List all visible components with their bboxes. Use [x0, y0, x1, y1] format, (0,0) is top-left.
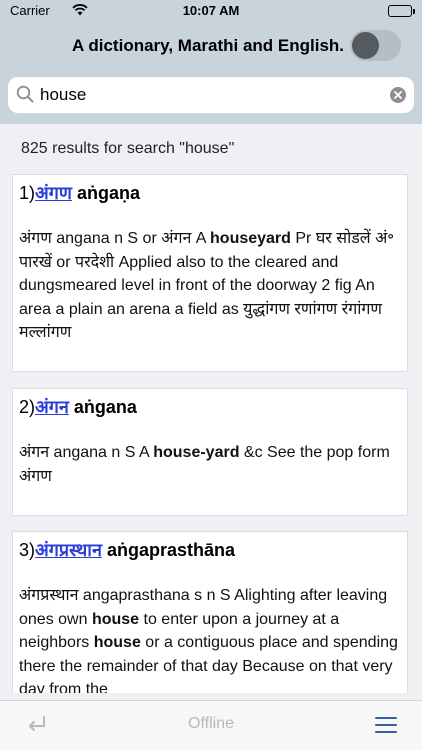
result-card[interactable]: 1)अंगण aṅgaṇa अंगण angana n S or अंगन A … — [12, 174, 408, 372]
definition-highlight: house-yard — [153, 444, 240, 461]
result-heading: 1)अंगण aṅgaṇa — [19, 181, 401, 205]
result-heading: 2)अंगन aṅgana — [19, 395, 401, 419]
result-card[interactable]: 3)अंगप्रस्थान aṅgaprasthāna अंगप्रस्थान … — [12, 531, 408, 693]
battery-icon — [388, 5, 415, 17]
search-area — [0, 68, 422, 124]
definition-text: अंगन angana n S A — [19, 444, 154, 461]
result-number: 1) — [19, 183, 36, 203]
result-number: 2) — [19, 397, 36, 417]
search-box[interactable] — [8, 77, 414, 113]
bottom-toolbar: Offline — [0, 700, 422, 750]
result-transliteration: aṅgaṇa — [76, 183, 140, 203]
definition-highlight: house — [93, 634, 141, 651]
clock: 10:07 AM — [182, 3, 240, 18]
search-icon — [16, 85, 34, 108]
result-word-link[interactable]: अंगण — [35, 183, 72, 203]
definition-text: अंगण angana n S or अंगन A — [19, 230, 211, 247]
toggle-knob — [352, 32, 379, 59]
result-definition: अंगप्रस्थान angaprasthana s n S Alightin… — [19, 584, 401, 693]
app-header: A dictionary, Marathi and English. — [0, 22, 422, 68]
offline-label: Offline — [188, 715, 234, 732]
result-card[interactable]: 2)अंगन aṅgana अंगन angana n S A house-ya… — [12, 388, 408, 516]
result-transliteration: aṅgaprasthāna — [106, 540, 236, 560]
app-title: A dictionary, Marathi and English. — [72, 36, 345, 55]
result-heading: 3)अंगप्रस्थान aṅgaprasthāna — [19, 538, 401, 562]
menu-icon[interactable] — [375, 716, 397, 739]
result-word-link[interactable]: अंगप्रस्थान — [35, 540, 102, 560]
definition-highlight: house — [91, 610, 140, 628]
results-count: 825 results for search "house" — [21, 140, 235, 157]
clear-search-icon[interactable] — [390, 87, 406, 103]
result-number: 3) — [19, 540, 36, 560]
search-input[interactable] — [40, 81, 380, 109]
result-definition: अंगन angana n S A house-yard &c See the … — [19, 441, 401, 488]
status-bar: Carrier 10:07 AM — [0, 0, 422, 22]
dictionary-toggle[interactable] — [350, 30, 401, 61]
definition-highlight: houseyard — [210, 230, 291, 247]
result-word-link[interactable]: अंगन — [35, 397, 69, 417]
result-definition: अंगण angana n S or अंगन A houseyard Pr घ… — [19, 227, 401, 345]
results-list: 1)अंगण aṅgaṇa अंगण angana n S or अंगन A … — [0, 174, 422, 693]
result-transliteration: aṅgana — [73, 397, 137, 417]
